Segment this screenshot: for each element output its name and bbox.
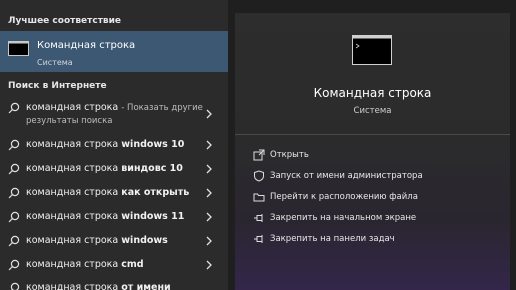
web-result-text: командная строка	[26, 102, 119, 113]
search-icon	[8, 187, 20, 199]
web-result-4[interactable]: командная строка windows 11	[0, 211, 228, 225]
search-icon	[8, 259, 20, 271]
action-label: Открыть	[270, 150, 309, 160]
pin-icon	[254, 235, 263, 243]
web-result-text: командная строка	[26, 282, 119, 290]
search-icon	[8, 163, 20, 175]
web-result-2[interactable]: командная строка виндовс 10	[0, 163, 228, 177]
web-result-bold: windows 11	[121, 211, 185, 222]
action-label: Закрепить на начальном экране	[270, 213, 417, 223]
chevron-right-icon	[206, 109, 212, 119]
chevron-right-icon	[206, 236, 212, 246]
best-match-item[interactable]: Командная строка Система	[0, 31, 228, 72]
web-result-bold: от имени	[121, 282, 171, 290]
action-label: Перейти к расположению файла	[270, 192, 418, 202]
cmd-icon	[8, 41, 29, 56]
web-result-more: - Показать другие	[121, 103, 203, 113]
web-result-text: командная строка	[26, 187, 119, 198]
web-result-bold: как открыть	[121, 187, 190, 198]
web-result-bold: виндовс 10	[121, 163, 183, 174]
open-icon	[253, 149, 265, 161]
action-label: Запуск от имени администратора	[270, 171, 423, 181]
app-details-pane: Командная строка Система Открыть Запуск …	[235, 13, 510, 290]
pin-icon	[254, 214, 263, 222]
folder-icon	[253, 193, 265, 202]
app-subtitle: Система	[353, 106, 392, 116]
web-search-heading: Поиск в Интернете	[8, 81, 107, 91]
web-result-6[interactable]: командная строка cmd	[0, 259, 228, 273]
web-result-text: командная строка	[26, 259, 119, 270]
chevron-right-icon	[206, 188, 212, 198]
web-result-1[interactable]: командная строка windows 10	[0, 139, 228, 153]
web-result-7[interactable]: командная строка от имени	[0, 282, 228, 290]
chevron-right-icon	[206, 164, 212, 174]
web-result-bold: windows	[121, 235, 168, 246]
web-result-0[interactable]: командная строка - Показать другие резул…	[0, 102, 228, 130]
action-label: Закрепить на панели задач	[270, 234, 395, 244]
divider	[235, 134, 510, 135]
best-match-heading: Лучшее соответствие	[8, 16, 122, 26]
web-result-text: командная строка	[26, 211, 119, 222]
web-result-text: командная строка	[26, 163, 119, 174]
web-result-text: командная строка	[26, 235, 119, 246]
app-title: Командная строка	[313, 86, 432, 100]
chevron-right-icon	[206, 140, 212, 150]
best-match-title: Командная строка	[37, 40, 136, 51]
search-results-pane: Лучшее соответствие Командная строка Сис…	[0, 0, 228, 290]
search-icon	[8, 235, 20, 247]
search-icon	[8, 211, 20, 223]
search-icon	[8, 102, 20, 114]
web-result-bold: cmd	[121, 259, 144, 270]
chevron-right-icon	[206, 212, 212, 222]
search-icon	[10, 282, 20, 290]
web-result-3[interactable]: командная строка как открыть	[0, 187, 228, 201]
web-result-more-cont: результаты поиска	[26, 116, 113, 126]
shield-icon	[254, 170, 264, 182]
web-result-5[interactable]: командная строка windows	[0, 235, 228, 249]
cmd-icon	[352, 35, 392, 65]
web-result-text: командная строка	[26, 139, 119, 150]
web-result-bold: windows 10	[121, 139, 185, 150]
search-icon	[8, 139, 20, 151]
chevron-right-icon	[206, 260, 212, 270]
best-match-subtitle: Система	[37, 58, 73, 67]
